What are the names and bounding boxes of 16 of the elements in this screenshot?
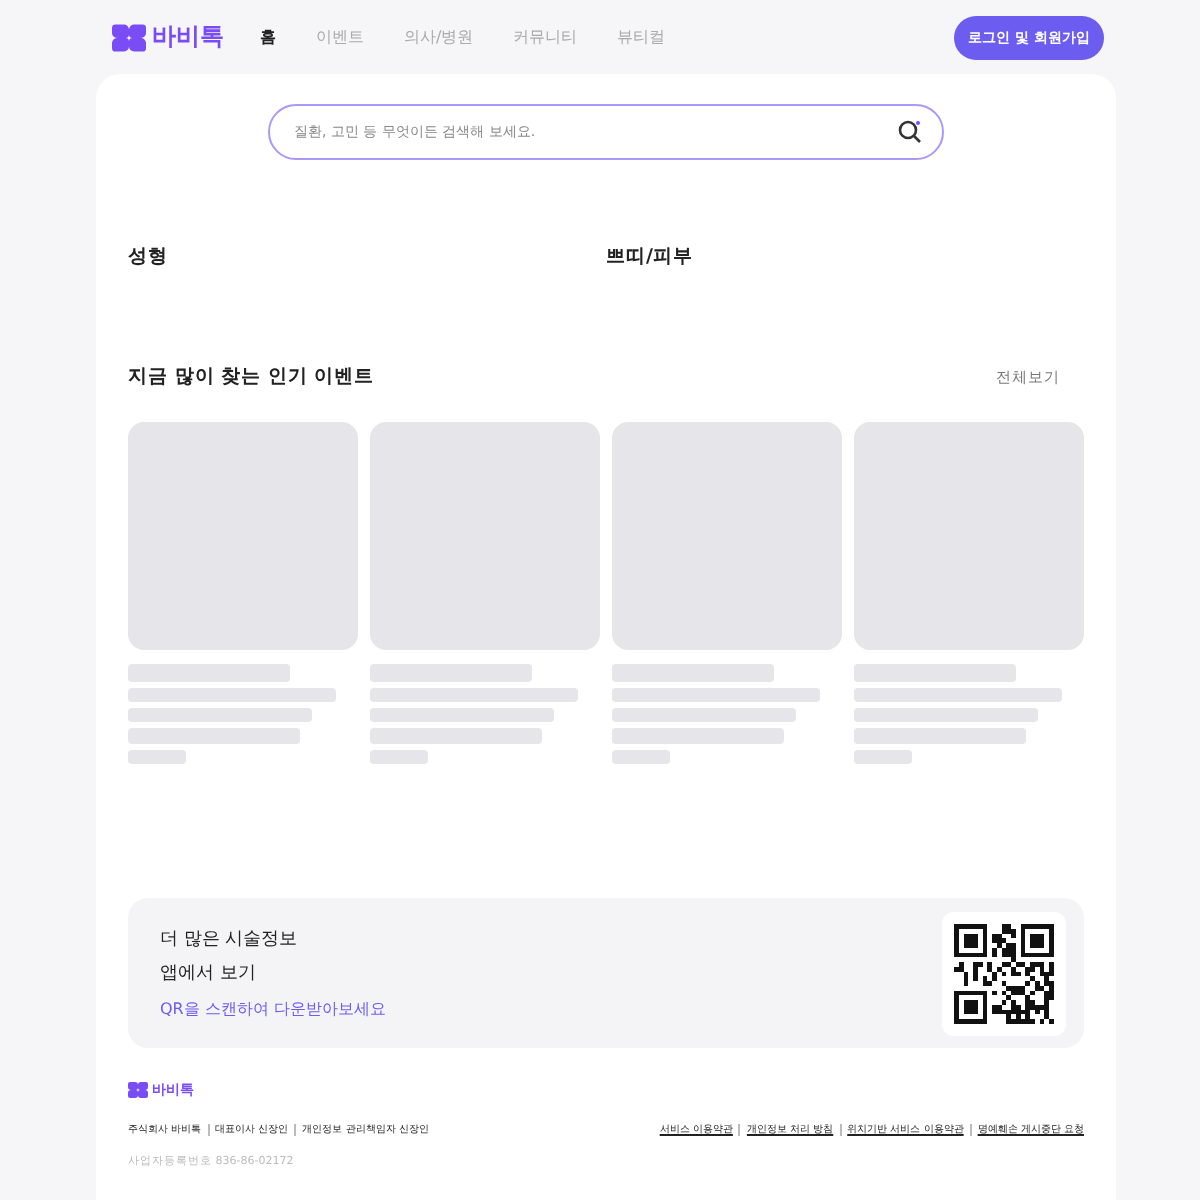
logo-icon xyxy=(112,23,146,51)
qr-code-icon xyxy=(954,923,1054,1023)
skeleton-line xyxy=(370,750,428,764)
category-heading: 쁘띠/피부 xyxy=(606,246,693,268)
nav-tab[interactable]: 홈 xyxy=(260,26,276,48)
skeleton-line xyxy=(612,750,670,764)
skeleton-line xyxy=(854,750,912,764)
section-title: 지금 많이 찾는 인기 이벤트 xyxy=(128,364,375,390)
promo-cta: QR을 스캔하여 다운받아보세요 xyxy=(160,998,386,1020)
category-heading: 성형 xyxy=(128,246,168,268)
logo-text[interactable]: 바비톡 xyxy=(152,20,224,54)
skeleton-line xyxy=(128,750,186,764)
promo-title: 앱에서 보기 xyxy=(160,962,258,986)
promo-title: 더 많은 시술정보 xyxy=(160,928,300,952)
search-icon[interactable] xyxy=(898,120,922,144)
logo-icon xyxy=(128,1082,148,1098)
